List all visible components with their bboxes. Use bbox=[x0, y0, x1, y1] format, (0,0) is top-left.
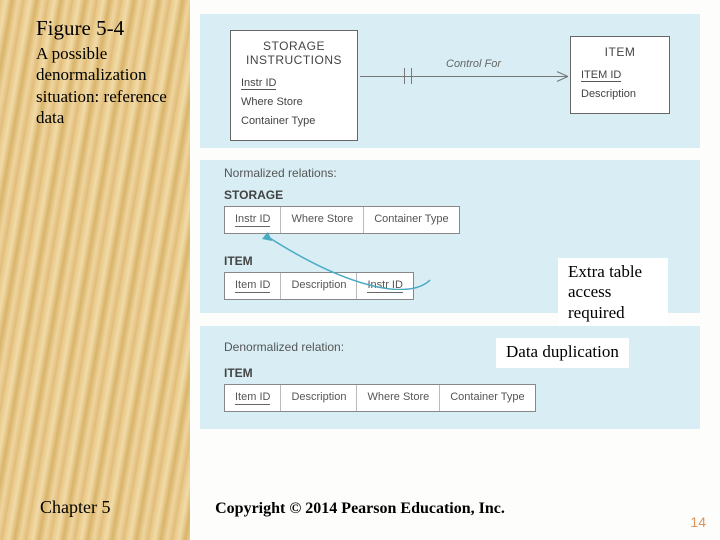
entity-pk: ITEM ID bbox=[581, 69, 621, 82]
slide-number: 14 bbox=[690, 514, 706, 530]
col-header: Instr ID bbox=[225, 207, 281, 233]
callout-duplication: Data duplication bbox=[496, 338, 629, 368]
callout-extra-access: Extra table access required bbox=[558, 258, 668, 329]
entity-attr: Where Store bbox=[241, 96, 303, 109]
col-header: Description bbox=[281, 273, 357, 299]
entity-attr: Container Type bbox=[241, 115, 315, 128]
col-header: Item ID bbox=[225, 385, 281, 411]
cardinality-tick bbox=[404, 68, 405, 84]
table-title: STORAGE bbox=[224, 188, 283, 202]
entity-storage-instructions: STORAGE INSTRUCTIONS Instr ID Where Stor… bbox=[230, 30, 358, 141]
erd-panel: STORAGE INSTRUCTIONS Instr ID Where Stor… bbox=[200, 14, 700, 148]
relationship-label: Control For bbox=[446, 58, 501, 70]
cardinality-tick bbox=[411, 68, 412, 84]
col-header: Container Type bbox=[364, 207, 458, 233]
item-relation: Item ID Description Instr ID bbox=[224, 272, 414, 300]
section-heading: Denormalized relation: bbox=[224, 340, 344, 354]
section-heading: Normalized relations: bbox=[224, 166, 337, 180]
relationship-line bbox=[360, 76, 568, 77]
col-header: Instr ID bbox=[357, 273, 412, 299]
table-title: ITEM bbox=[224, 254, 253, 268]
col-header: Item ID bbox=[225, 273, 281, 299]
entity-item: ITEM ITEM ID Description bbox=[570, 36, 670, 114]
figure-title-block: Figure 5-4 A possible denormalization si… bbox=[36, 16, 196, 128]
col-header: Description bbox=[281, 385, 357, 411]
crows-foot-icon bbox=[556, 69, 568, 83]
entity-pk: Instr ID bbox=[241, 77, 276, 90]
entity-attr: Description bbox=[581, 88, 636, 101]
storage-relation: Instr ID Where Store Container Type bbox=[224, 206, 460, 234]
col-header: Where Store bbox=[281, 207, 364, 233]
entity-title: ITEM bbox=[581, 45, 659, 59]
denorm-item-relation: Item ID Description Where Store Containe… bbox=[224, 384, 536, 412]
copyright-text: Copyright © 2014 Pearson Education, Inc. bbox=[0, 500, 720, 518]
entity-title: STORAGE INSTRUCTIONS bbox=[241, 39, 347, 67]
table-title: ITEM bbox=[224, 366, 253, 380]
col-header: Container Type bbox=[440, 385, 534, 411]
col-header: Where Store bbox=[357, 385, 440, 411]
figure-number: Figure 5-4 bbox=[36, 16, 196, 41]
figure-caption: A possible denormalization situation: re… bbox=[36, 43, 196, 128]
